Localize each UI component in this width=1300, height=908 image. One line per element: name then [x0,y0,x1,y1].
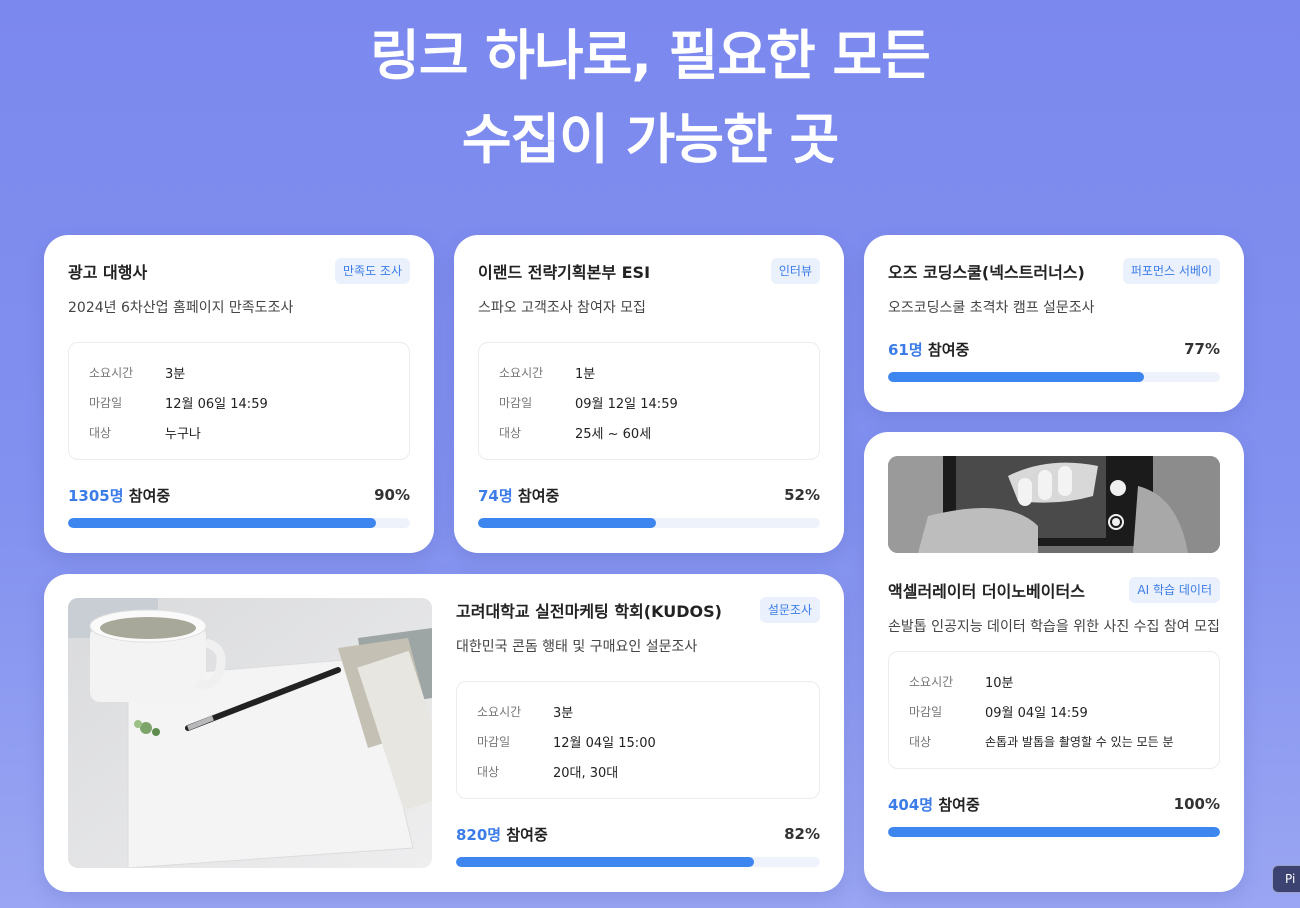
deadline-label: 마감일 [499,395,533,410]
participant-count: 820명 참여중 [456,824,548,845]
progress-fill [456,857,755,867]
progress-percent: 52% [784,486,820,504]
participant-count: 404명 참여중 [888,794,980,815]
hero-line-1: 링크 하나로, 필요한 모든 [370,24,931,87]
time-label: 소요시간 [909,674,954,689]
card-subtitle: 손발톱 인공지능 데이터 학습을 위한 사진 수집 참여 모집 [888,619,1220,635]
target-label: 대상 [89,425,112,440]
participant-number: 404명 [888,795,934,814]
time-value: 1분 [575,366,596,382]
time-value: 3분 [553,705,574,721]
category-badge: 인터뷰 [770,258,820,284]
progress-fill [888,372,1144,382]
target-value: 25세 ~ 60세 [575,426,652,442]
card-subtitle: 오즈코딩스쿨 초격차 캠프 설문조사 [888,300,1095,316]
progress-bar [68,518,410,528]
target-label: 대상 [477,764,500,779]
card-subtitle: 2024년 6차산업 홈페이지 만족도조사 [68,300,294,316]
deadline-label: 마감일 [909,704,943,719]
progress-percent: 82% [784,825,820,843]
progress-bar [888,372,1220,382]
progress-percent: 90% [374,486,410,504]
progress-fill [478,518,656,528]
progress-percent: 100% [1173,795,1220,813]
card-title: 고려대학교 실전마케팅 학회(KUDOS) [456,602,722,621]
target-label: 대상 [909,734,932,749]
time-label: 소요시간 [499,365,544,380]
hero-heading: 링크 하나로, 필요한 모든 수집이 가능한 곳 [0,14,1300,182]
participant-count: 61명 참여중 [888,339,969,360]
participating-label: 참여중 [517,486,560,505]
card-subtitle: 대한민국 콘돔 행태 및 구매요인 설문조사 [456,639,698,655]
progress-fill [888,827,1220,837]
deadline-value: 09월 04일 14:59 [985,705,1088,721]
participant-number: 74명 [478,486,513,505]
participant-number: 61명 [888,340,923,359]
category-badge: 설문조사 [759,597,820,623]
time-value: 3분 [165,366,186,382]
participating-label: 참여중 [938,795,980,814]
card-title: 액셀러레이터 더이노베이터스 [888,582,1085,601]
participant-count: 1305명 참여중 [68,485,170,506]
deadline-value: 12월 06일 14:59 [165,396,268,412]
participating-label: 참여중 [128,486,171,505]
deadline-label: 마감일 [89,395,123,410]
coffee-desk-photo [68,598,432,868]
nail-photo [888,456,1220,553]
survey-card[interactable]: 오즈 코딩스쿨(넥스트러너스) 퍼포먼스 서베이 오즈코딩스쿨 초격차 캠프 설… [864,235,1244,412]
info-box: 소요시간 3분 마감일 12월 04일 15:00 대상 20대, 30대 [456,681,820,799]
participating-label: 참여중 [506,825,548,844]
progress-bar [456,857,820,867]
survey-card[interactable]: 액셀러레이터 더이노베이터스 AI 학습 데이터 손발톱 인공지능 데이터 학습… [864,432,1244,892]
participant-number: 820명 [456,825,502,844]
progress-fill [68,518,376,528]
target-value: 손톱과 발톱을 촬영할 수 있는 모든 분 [985,734,1174,749]
time-label: 소요시간 [477,704,522,719]
corner-button[interactable]: Pi [1272,865,1300,893]
time-value: 10분 [985,675,1014,691]
category-badge: 퍼포먼스 서베이 [1122,258,1220,284]
info-box: 소요시간 10분 마감일 09월 04일 14:59 대상 손톱과 발톱을 촬영할 수… [888,651,1220,769]
survey-card[interactable]: 이랜드 전략기획본부 ESI 인터뷰 스파오 고객조사 참여자 모집 소요시간 1… [454,235,844,553]
deadline-value: 09월 12일 14:59 [575,396,678,412]
card-title: 광고 대행사 [68,263,148,282]
deadline-label: 마감일 [477,734,511,749]
target-value: 누구나 [165,426,201,442]
progress-bar [478,518,820,528]
participant-number: 1305명 [68,486,124,505]
progress-bar [888,827,1220,837]
target-label: 대상 [499,425,522,440]
category-badge: AI 학습 데이터 [1129,577,1220,603]
card-title: 이랜드 전략기획본부 ESI [478,263,651,282]
card-title: 오즈 코딩스쿨(넥스트러너스) [888,263,1085,282]
participant-count: 74명 참여중 [478,485,559,506]
category-badge: 만족도 조사 [334,258,410,284]
info-box: 소요시간 3분 마감일 12월 06일 14:59 대상 누구나 [68,342,410,460]
time-label: 소요시간 [89,365,134,380]
info-box: 소요시간 1분 마감일 09월 12일 14:59 대상 25세 ~ 60세 [478,342,820,460]
card-subtitle: 스파오 고객조사 참여자 모집 [478,300,646,316]
target-value: 20대, 30대 [553,765,619,781]
survey-card[interactable]: 고려대학교 실전마케팅 학회(KUDOS) 설문조사 대한민국 콘돔 행태 및 … [44,574,844,892]
deadline-value: 12월 04일 15:00 [553,735,656,751]
participating-label: 참여중 [927,340,970,359]
progress-percent: 77% [1184,340,1220,358]
hero-line-2: 수집이 가능한 곳 [461,108,839,171]
survey-card[interactable]: 광고 대행사 만족도 조사 2024년 6차산업 홈페이지 만족도조사 소요시간… [44,235,434,553]
